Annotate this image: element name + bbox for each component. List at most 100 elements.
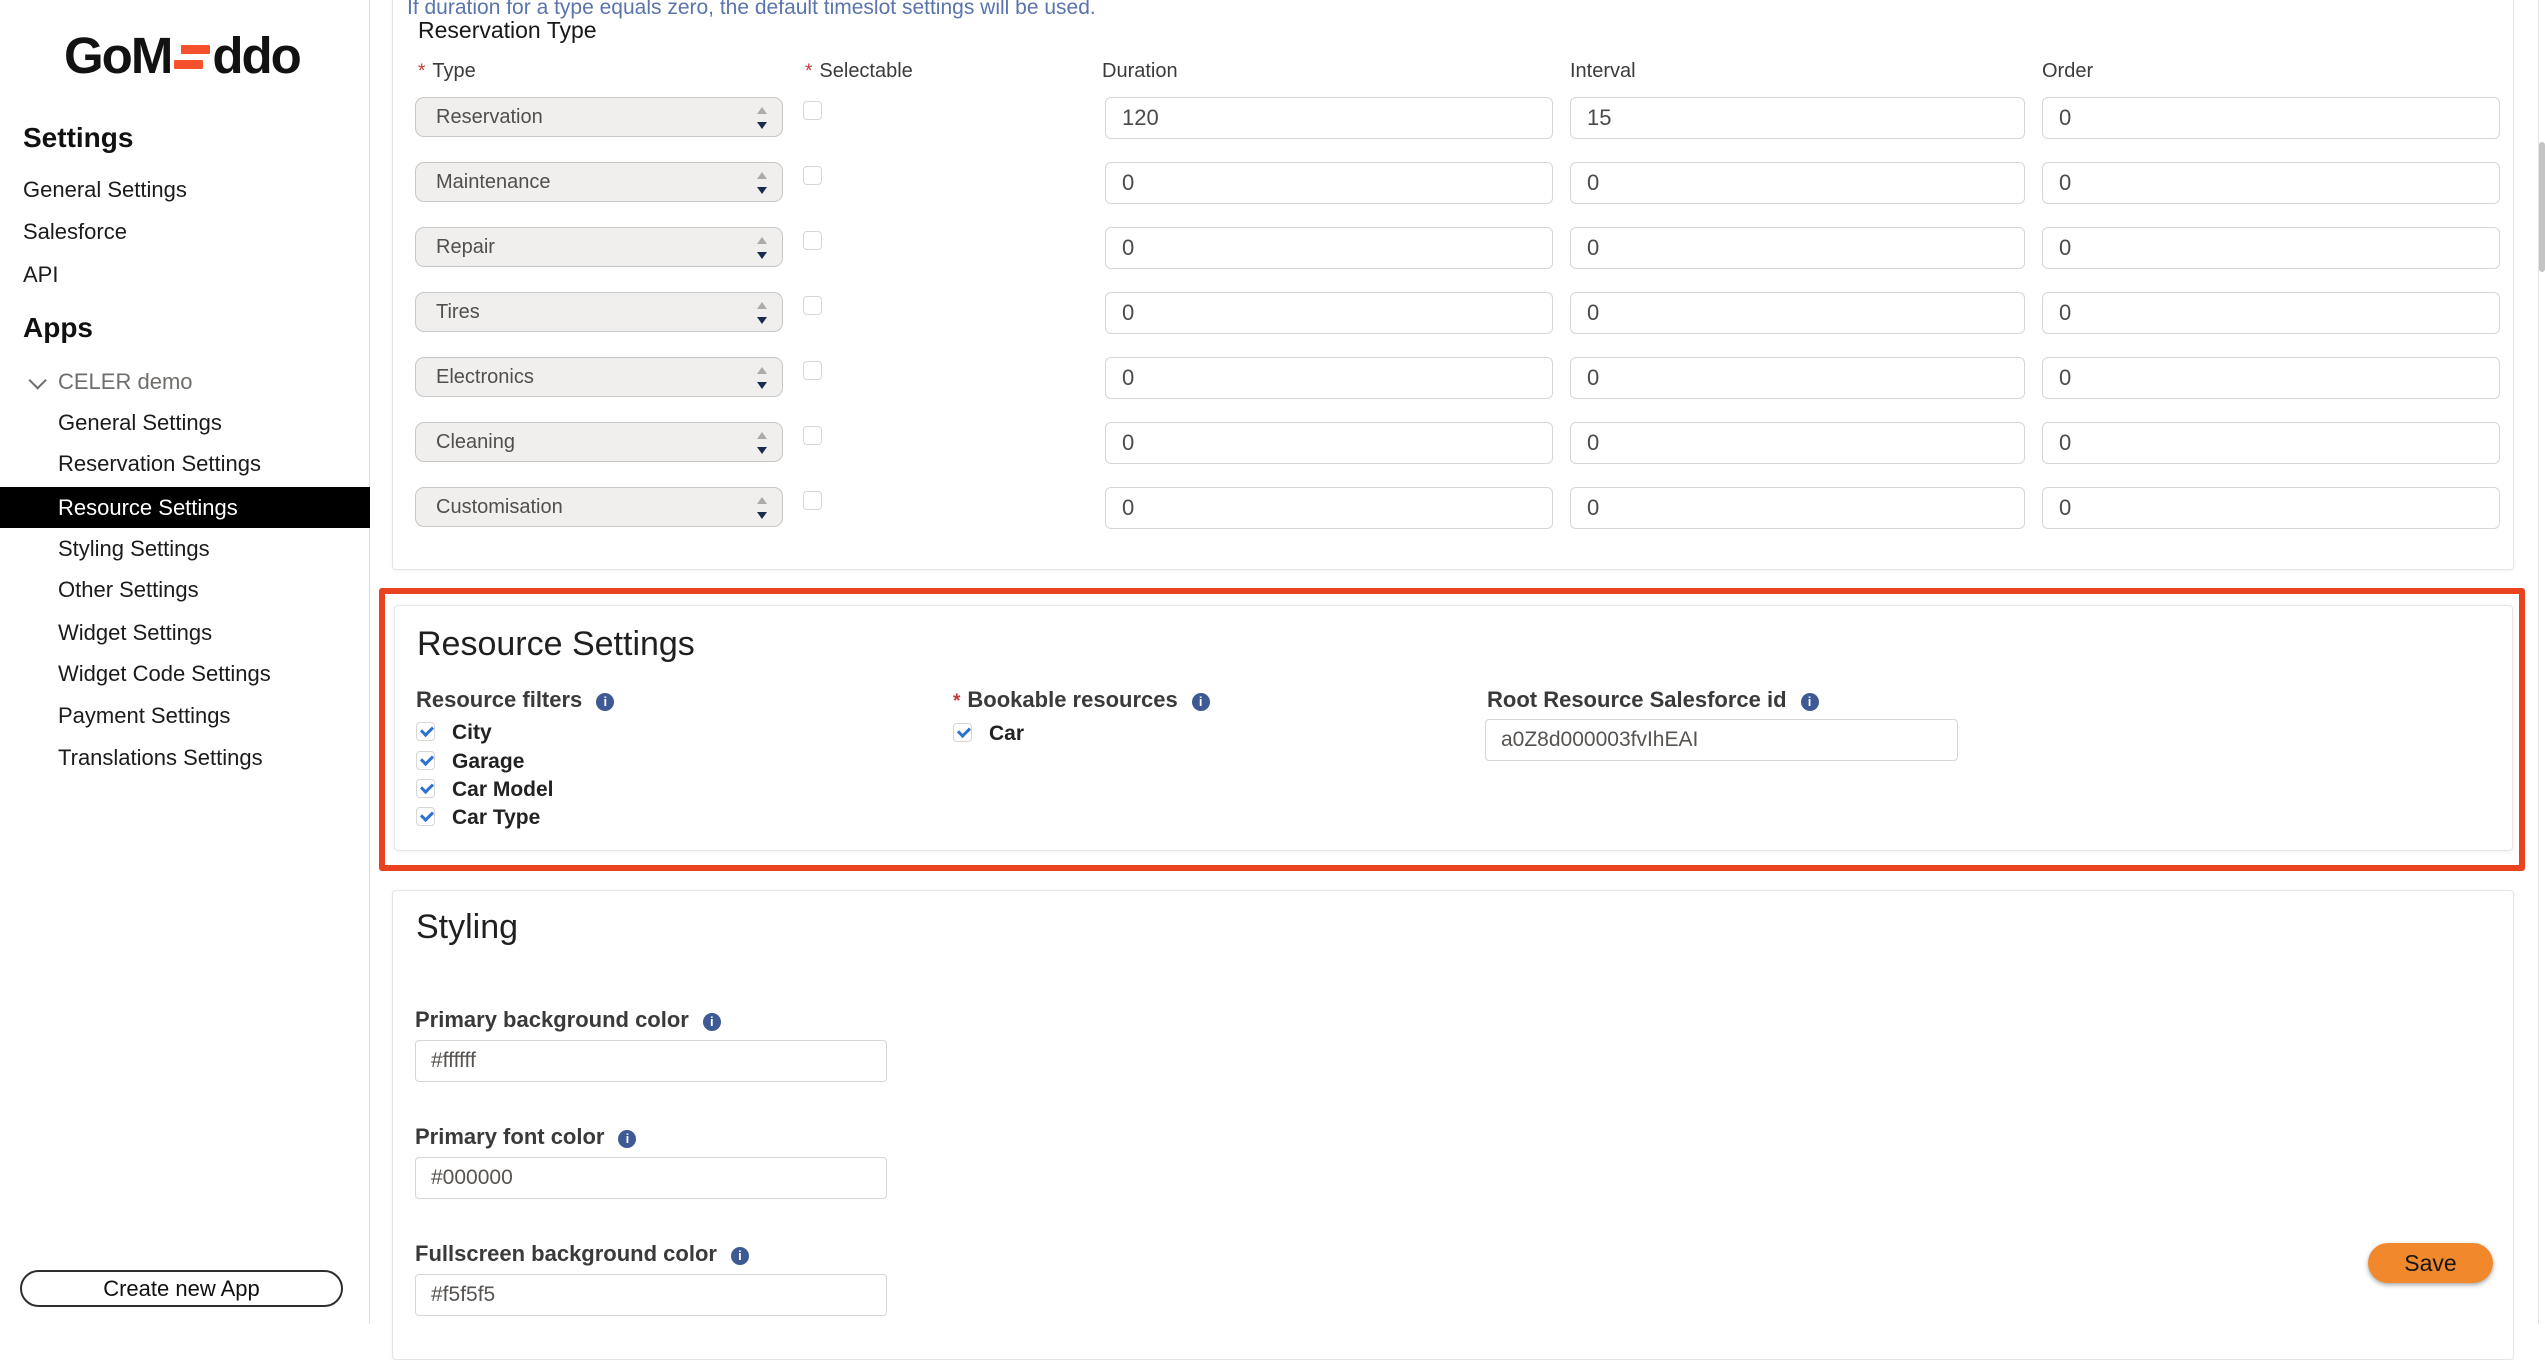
column-header-order: Order bbox=[2042, 60, 2093, 83]
info-icon[interactable]: i bbox=[618, 1130, 636, 1148]
select-stepper-icon bbox=[756, 235, 768, 261]
info-icon[interactable]: i bbox=[1801, 693, 1819, 711]
selectable-checkbox[interactable] bbox=[803, 426, 822, 445]
required-icon: * bbox=[953, 691, 960, 712]
select-stepper-icon bbox=[756, 495, 768, 521]
order-input[interactable] bbox=[2042, 292, 2500, 334]
info-icon[interactable]: i bbox=[1192, 693, 1210, 711]
info-icon[interactable]: i bbox=[703, 1013, 721, 1031]
interval-input[interactable] bbox=[1570, 227, 2025, 269]
create-new-app-button[interactable]: Create new App bbox=[20, 1270, 343, 1307]
resource-settings-card bbox=[394, 605, 2513, 851]
type-select[interactable]: Customisation bbox=[415, 487, 783, 527]
order-input[interactable] bbox=[2042, 357, 2500, 399]
selectable-checkbox[interactable] bbox=[803, 231, 822, 250]
duration-input[interactable] bbox=[1105, 97, 1553, 139]
type-select[interactable]: Tires bbox=[415, 292, 783, 332]
type-select[interactable]: Electronics bbox=[415, 357, 783, 397]
sidebar-item-general-settings[interactable]: General Settings bbox=[23, 177, 187, 203]
garage-checkbox[interactable] bbox=[416, 751, 435, 770]
sidebar-item-salesforce[interactable]: Salesforce bbox=[23, 219, 127, 245]
select-stepper-icon bbox=[756, 300, 768, 326]
city-checkbox[interactable] bbox=[416, 722, 435, 741]
interval-input[interactable] bbox=[1570, 292, 2025, 334]
interval-input[interactable] bbox=[1570, 487, 2025, 529]
apps-heading: Apps bbox=[23, 312, 93, 344]
styling-title: Styling bbox=[416, 908, 518, 947]
app-name: CELER demo bbox=[58, 369, 193, 395]
sidebar-item-widget-code-settings[interactable]: Widget Code Settings bbox=[58, 661, 271, 687]
sidebar-item-resource-settings-selected[interactable]: Resource Settings bbox=[0, 487, 370, 528]
sidebar-item-reservation-settings[interactable]: Reservation Settings bbox=[58, 451, 261, 477]
type-select[interactable]: Reservation bbox=[415, 97, 783, 137]
select-stepper-icon bbox=[756, 170, 768, 196]
primary-bg-color-input[interactable] bbox=[415, 1040, 887, 1082]
column-header-type: *Type bbox=[418, 60, 476, 83]
selectable-checkbox[interactable] bbox=[803, 296, 822, 315]
column-header-interval: Interval bbox=[1570, 60, 1636, 83]
info-icon[interactable]: i bbox=[596, 693, 614, 711]
reservation-type-card bbox=[392, 0, 2514, 570]
selectable-checkbox[interactable] bbox=[803, 101, 822, 120]
interval-input[interactable] bbox=[1570, 357, 2025, 399]
app-celer-demo[interactable]: CELER demo bbox=[29, 369, 193, 395]
gomeddo-logo: GoM ddo bbox=[64, 26, 300, 85]
order-input[interactable] bbox=[2042, 162, 2500, 204]
car-type-checkbox[interactable] bbox=[416, 807, 435, 826]
order-input[interactable] bbox=[2042, 97, 2500, 139]
type-select[interactable]: Cleaning bbox=[415, 422, 783, 462]
selectable-checkbox[interactable] bbox=[803, 491, 822, 510]
logo-text-pre: GoM bbox=[64, 26, 171, 85]
column-header-selectable: *Selectable bbox=[805, 60, 913, 83]
type-select[interactable]: Repair bbox=[415, 227, 783, 267]
selectable-checkbox[interactable] bbox=[803, 361, 822, 380]
save-button[interactable]: Save bbox=[2368, 1243, 2493, 1283]
select-stepper-icon bbox=[756, 105, 768, 131]
logo-text-post: ddo bbox=[212, 26, 299, 85]
duration-input[interactable] bbox=[1105, 357, 1553, 399]
select-stepper-icon bbox=[756, 365, 768, 391]
sidebar-item-other-settings[interactable]: Other Settings bbox=[58, 577, 199, 603]
root-resource-input[interactable] bbox=[1485, 719, 1958, 761]
scrollbar-thumb[interactable] bbox=[2539, 142, 2545, 272]
order-input[interactable] bbox=[2042, 227, 2500, 269]
type-select[interactable]: Maintenance bbox=[415, 162, 783, 202]
primary-font-color-label: Primary font colori bbox=[415, 1124, 636, 1150]
settings-heading: Settings bbox=[23, 122, 133, 154]
fullscreen-bg-color-input[interactable] bbox=[415, 1274, 887, 1316]
sidebar: GoM ddo Settings General Settings Salesf… bbox=[0, 0, 370, 1324]
select-stepper-icon bbox=[756, 430, 768, 456]
sidebar-item-api[interactable]: API bbox=[23, 262, 58, 288]
duration-input[interactable] bbox=[1105, 487, 1553, 529]
car-checkbox[interactable] bbox=[953, 723, 972, 742]
sidebar-item-translations-settings[interactable]: Translations Settings bbox=[58, 745, 263, 771]
logo-equals-icon bbox=[174, 42, 210, 76]
required-icon: * bbox=[418, 61, 425, 82]
car-model-checkbox[interactable] bbox=[416, 779, 435, 798]
interval-input[interactable] bbox=[1570, 97, 2025, 139]
sidebar-item-widget-settings[interactable]: Widget Settings bbox=[58, 620, 212, 646]
bookable-resources-label: *Bookable resourcesi bbox=[953, 687, 1210, 713]
resource-settings-title: Resource Settings bbox=[417, 625, 695, 664]
primary-bg-color-label: Primary background colori bbox=[415, 1007, 721, 1033]
info-icon[interactable]: i bbox=[731, 1247, 749, 1265]
sidebar-item-payment-settings[interactable]: Payment Settings bbox=[58, 703, 230, 729]
order-input[interactable] bbox=[2042, 487, 2500, 529]
sidebar-item-app-general-settings[interactable]: General Settings bbox=[58, 410, 222, 436]
fullscreen-bg-color-label: Fullscreen background colori bbox=[415, 1241, 749, 1267]
reservation-type-title: Reservation Type bbox=[418, 17, 597, 44]
column-header-duration: Duration bbox=[1102, 60, 1178, 83]
chevron-down-icon bbox=[28, 371, 46, 389]
primary-font-color-input[interactable] bbox=[415, 1157, 887, 1199]
interval-input[interactable] bbox=[1570, 422, 2025, 464]
duration-input[interactable] bbox=[1105, 227, 1553, 269]
root-resource-label: Root Resource Salesforce idi bbox=[1487, 687, 1819, 713]
required-icon: * bbox=[805, 61, 812, 82]
sidebar-item-styling-settings[interactable]: Styling Settings bbox=[58, 536, 210, 562]
interval-input[interactable] bbox=[1570, 162, 2025, 204]
order-input[interactable] bbox=[2042, 422, 2500, 464]
duration-input[interactable] bbox=[1105, 292, 1553, 334]
duration-input[interactable] bbox=[1105, 162, 1553, 204]
selectable-checkbox[interactable] bbox=[803, 166, 822, 185]
duration-input[interactable] bbox=[1105, 422, 1553, 464]
